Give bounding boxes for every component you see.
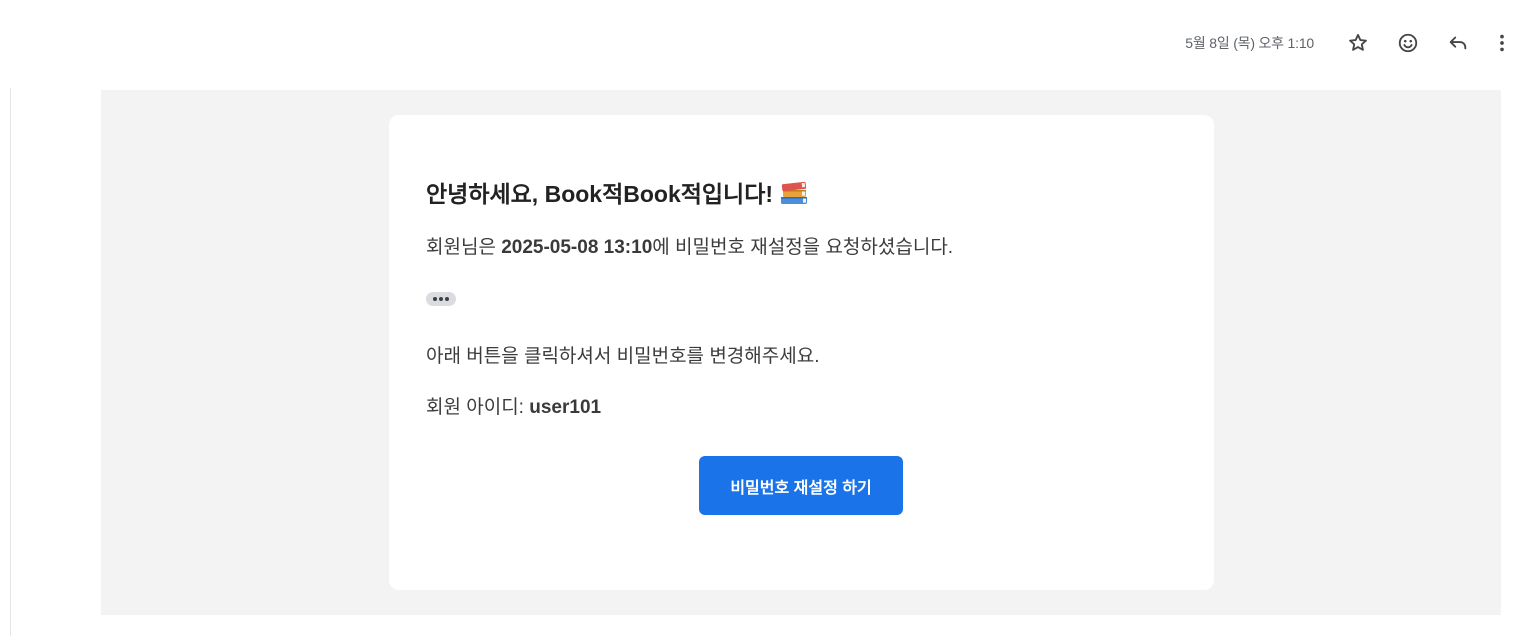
instruction-text: 아래 버튼을 클릭하셔서 비밀번호를 변경해주세요. bbox=[426, 346, 820, 367]
reply-button[interactable] bbox=[1438, 24, 1478, 62]
message-timestamp: 5월 8일 (목) 오후 1:10 bbox=[1185, 35, 1314, 51]
email-card: 안녕하세요, Book적Book적입니다! 회원님은 2025-05-08 13… bbox=[389, 115, 1214, 590]
more-options-button[interactable] bbox=[1488, 24, 1516, 62]
request-datetime: 2025-05-08 13:10 bbox=[501, 237, 653, 258]
books-icon bbox=[779, 180, 809, 206]
email-greeting: 안녕하세요, Book적Book적입니다! bbox=[426, 175, 809, 209]
more-vert-icon bbox=[1500, 34, 1504, 52]
member-id-label: 회원 아이디: bbox=[426, 397, 530, 418]
ellipsis-dot bbox=[439, 297, 443, 301]
email-view: 5월 8일 (목) 오후 1:10 안녕하세요, Book적Book적입니다! … bbox=[0, 0, 1522, 636]
member-id-line: 회원 아이디: user101 bbox=[426, 392, 601, 419]
request-info-line: 회원님은 2025-05-08 13:10에 비밀번호 재설정을 요청하셨습니다… bbox=[426, 232, 953, 259]
star-icon bbox=[1349, 34, 1367, 51]
email-body-background: 안녕하세요, Book적Book적입니다! 회원님은 2025-05-08 13… bbox=[101, 90, 1501, 615]
divider bbox=[10, 88, 11, 636]
reply-icon bbox=[1449, 36, 1467, 50]
message-header-actions: 5월 8일 (목) 오후 1:10 bbox=[1185, 24, 1522, 62]
emoji-reaction-button[interactable] bbox=[1388, 24, 1428, 62]
ellipsis-dot bbox=[445, 297, 449, 301]
show-trimmed-content-button[interactable] bbox=[426, 292, 456, 306]
greeting-text: 안녕하세요, Book적Book적입니다! bbox=[426, 181, 774, 207]
member-id-value: user101 bbox=[529, 397, 602, 418]
reset-password-button[interactable]: 비밀번호 재설정 하기 bbox=[699, 456, 903, 515]
star-button[interactable] bbox=[1338, 24, 1378, 62]
emoji-icon bbox=[1398, 33, 1418, 53]
request-info-prefix: 회원님은 bbox=[426, 237, 502, 258]
request-info-suffix: 에 비밀번호 재설정을 요청하셨습니다. bbox=[652, 237, 954, 258]
ellipsis-dot bbox=[433, 297, 437, 301]
